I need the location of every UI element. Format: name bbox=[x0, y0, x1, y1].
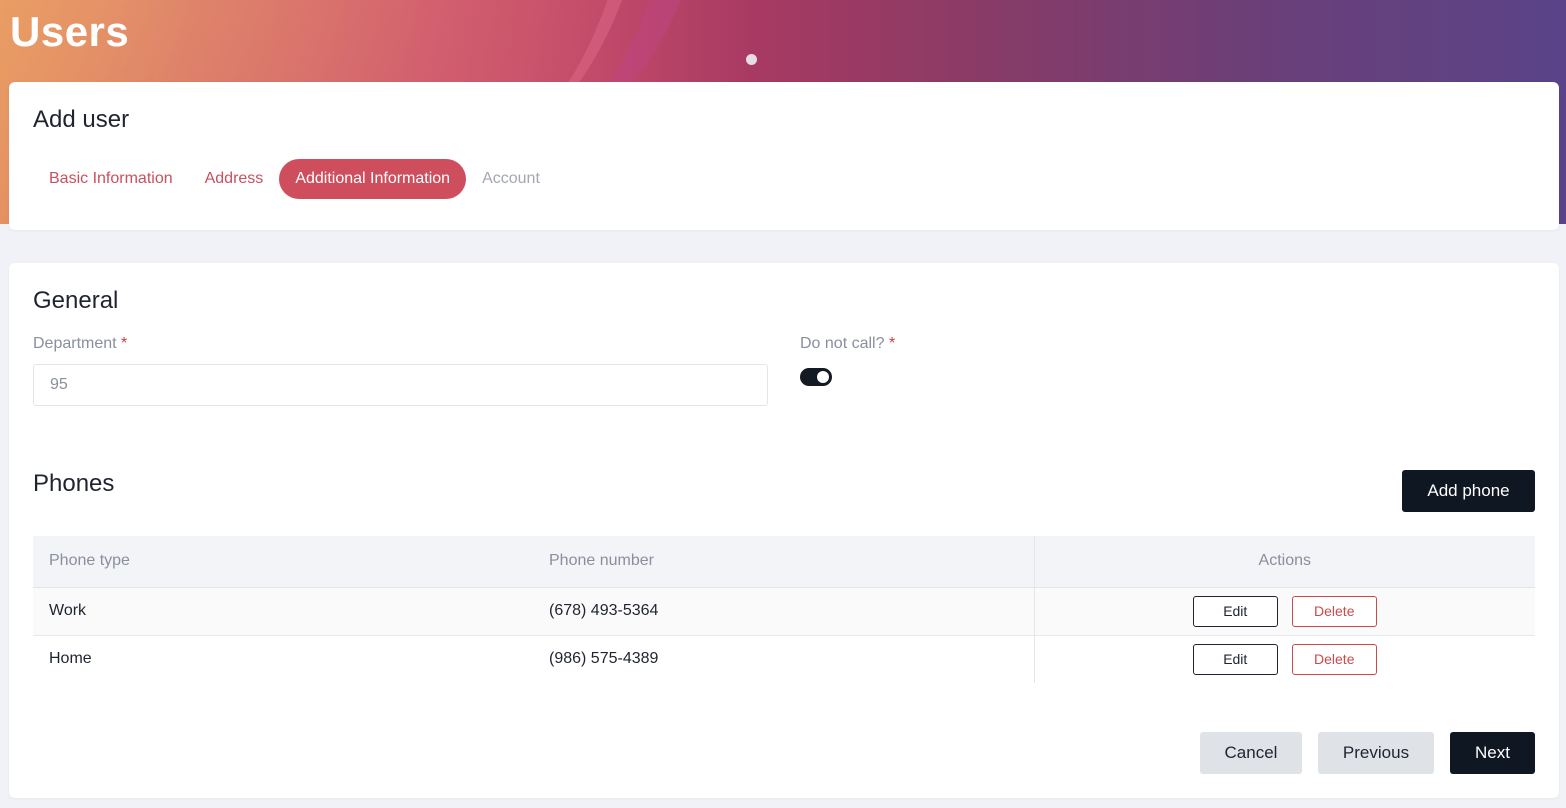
phone-number-cell: (678) 493-5364 bbox=[533, 587, 1034, 636]
phones-table: Phone type Phone number Actions Work (67… bbox=[33, 536, 1535, 683]
toggle-knob bbox=[817, 371, 829, 383]
column-header-phone-number: Phone number bbox=[533, 536, 1034, 588]
do-not-call-label: Do not call? * bbox=[800, 335, 896, 352]
column-header-actions: Actions bbox=[1033, 536, 1535, 588]
department-input[interactable] bbox=[33, 364, 768, 406]
required-mark: * bbox=[888, 335, 896, 352]
cancel-button[interactable]: Cancel bbox=[1200, 732, 1302, 774]
step-address[interactable]: Address bbox=[189, 159, 280, 199]
phone-number-cell: (986) 575-4389 bbox=[549, 650, 659, 668]
delete-button[interactable]: Delete bbox=[1291, 595, 1377, 627]
edit-button[interactable]: Edit bbox=[1192, 643, 1278, 675]
phone-type-cell: Home bbox=[49, 650, 92, 668]
banner-dot bbox=[746, 54, 757, 65]
step-basic-information[interactable]: Basic Information bbox=[33, 159, 189, 199]
column-header-phone-type: Phone type bbox=[33, 536, 533, 588]
do-not-call-toggle[interactable] bbox=[800, 368, 832, 386]
next-button[interactable]: Next bbox=[1450, 732, 1535, 774]
add-phone-button[interactable]: Add phone bbox=[1402, 470, 1535, 512]
actions-cell: Edit Delete bbox=[1033, 587, 1535, 636]
general-section-title: General bbox=[33, 287, 119, 314]
step-account: Account bbox=[482, 170, 540, 187]
edit-button[interactable]: Edit bbox=[1192, 595, 1278, 627]
table-row: Home (986) 575-4389 Edit Delete bbox=[33, 635, 1535, 683]
previous-button[interactable]: Previous bbox=[1318, 732, 1434, 774]
step-additional-information[interactable]: Additional Information bbox=[279, 159, 467, 199]
table-row: Work (678) 493-5364 Edit Delete bbox=[33, 587, 1535, 636]
table-header-row: Phone type Phone number Actions bbox=[33, 536, 1535, 588]
page-title: Users bbox=[10, 8, 130, 55]
add-user-card: Add user Basic Information Address Addit… bbox=[9, 82, 1559, 230]
department-label: Department * bbox=[33, 335, 128, 352]
actions-cell: Edit Delete bbox=[1033, 635, 1535, 683]
form-card: General Department * Do not call? * Phon… bbox=[9, 263, 1559, 798]
phones-section-title: Phones bbox=[33, 470, 115, 497]
card-title: Add user bbox=[33, 106, 130, 133]
delete-button[interactable]: Delete bbox=[1291, 643, 1377, 675]
required-mark: * bbox=[121, 335, 128, 352]
stepper: Basic Information Address Additional Inf… bbox=[33, 159, 556, 199]
phone-type-cell: Work bbox=[33, 587, 533, 636]
